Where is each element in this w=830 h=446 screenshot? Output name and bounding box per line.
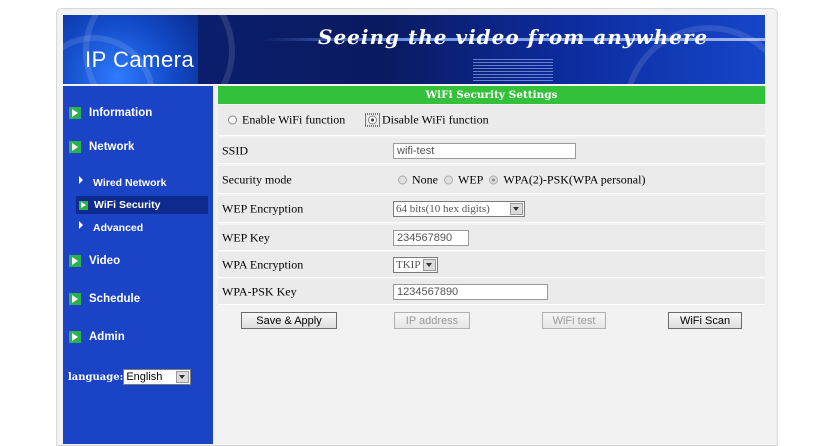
security-mode-label: Security mode (222, 172, 292, 186)
sidebar-item-label: Admin (89, 331, 125, 343)
disable-wifi-focus[interactable] (365, 113, 380, 127)
wep-key-input[interactable]: 234567890 (393, 229, 469, 246)
chevron-down-icon[interactable] (423, 258, 436, 271)
wpa-psk-input[interactable]: 1234567890 (393, 283, 548, 300)
sidebar-item-video[interactable]: Video (69, 255, 120, 267)
ssid-row: SSID wifi-test (218, 138, 765, 164)
ssid-field-wrap: wifi-test (393, 142, 576, 159)
ssid-label: SSID (222, 143, 249, 157)
wep-encryption-value: 64 bits(10 hex digits) (396, 203, 490, 215)
security-wep-radio[interactable] (444, 175, 453, 184)
security-wep-label: WEP (458, 172, 484, 186)
header-banner: IP Camera Seeing the video from anywhere (63, 15, 765, 84)
arrow-bullet-icon (69, 293, 81, 305)
sidebar-item-admin[interactable]: Admin (69, 331, 125, 343)
wep-encryption-select[interactable]: 64 bits(10 hex digits) (393, 201, 525, 217)
wep-key-label: WEP Key (222, 230, 270, 244)
sidebar-subitem-label: Advanced (93, 222, 144, 234)
language-label: language: (68, 371, 124, 383)
banner-decoration (473, 59, 553, 81)
ssid-input[interactable]: wifi-test (393, 142, 576, 159)
wpa-encryption-value: TKIP (396, 258, 421, 271)
language-value: English (126, 371, 163, 383)
disable-wifi-option[interactable]: Disable WiFi function (365, 113, 489, 128)
wep-key-row: WEP Key 234567890 (218, 225, 765, 251)
wpa-psk-row: WPA-PSK Key 1234567890 (218, 279, 765, 305)
sidebar-subitem-wired-network[interactable]: Wired Network (79, 176, 167, 189)
security-none-label: None (412, 172, 438, 186)
sidebar-subitem-label: Wired Network (93, 177, 167, 189)
sidebar-subitem-advanced[interactable]: Advanced (79, 221, 144, 234)
language-selector: language: English (68, 369, 192, 385)
enable-wifi-option[interactable]: Enable WiFi function (228, 113, 345, 128)
sidebar: Information Network Wired Network WiFi S… (63, 86, 213, 444)
wifi-function-row: Enable WiFi function Disable WiFi functi… (218, 105, 765, 136)
wpa-encryption-row: WPA Encryption TKIP (218, 252, 765, 278)
app-logo: IP Camera (85, 47, 195, 72)
sidebar-item-label: Information (89, 107, 153, 119)
arrow-bullet-icon (79, 200, 88, 210)
sidebar-item-label: Video (89, 255, 121, 267)
wpa-psk-label: WPA-PSK Key (222, 284, 297, 298)
security-none-radio[interactable] (398, 175, 407, 184)
arrow-bullet-icon (69, 107, 81, 119)
wifi-scan-button[interactable]: WiFi Scan (668, 312, 742, 329)
sidebar-subitem-label: WiFi Security (94, 199, 161, 211)
sidebar-item-label: Schedule (89, 293, 141, 305)
security-wpa-radio[interactable] (489, 175, 499, 184)
enable-wifi-radio[interactable] (228, 115, 237, 125)
sidebar-item-label: Network (89, 141, 135, 153)
security-wpa-label: WPA(2)-PSK(WPA personal) (503, 172, 646, 186)
save-apply-button[interactable]: Save & Apply (241, 312, 337, 329)
disable-wifi-radio[interactable] (368, 115, 377, 125)
triangle-bullet-icon (79, 176, 83, 184)
wpa-encryption-label: WPA Encryption (222, 257, 304, 271)
chevron-down-icon[interactable] (510, 203, 523, 215)
security-mode-options: None WEP WPA(2)-PSK(WPA personal) (398, 172, 645, 187)
arrow-bullet-icon (69, 331, 81, 343)
arrow-bullet-icon (69, 141, 81, 153)
chevron-down-icon[interactable] (176, 371, 190, 383)
sidebar-subitem-wifi-security[interactable]: WiFi Security (76, 196, 208, 214)
language-select[interactable]: English (123, 369, 192, 385)
wifi-test-button[interactable]: WiFi test (542, 312, 606, 329)
wep-encryption-label: WEP Encryption (222, 201, 304, 216)
sidebar-item-network[interactable]: Network (69, 141, 134, 153)
security-mode-row: Security mode None WEP WPA(2)-PSK(WPA pe… (218, 166, 765, 194)
wpa-encryption-select[interactable]: TKIP (393, 256, 438, 273)
enable-wifi-label: Enable WiFi function (242, 112, 346, 127)
disable-wifi-label: Disable WiFi function (382, 112, 489, 127)
triangle-bullet-icon (79, 221, 83, 229)
wpa-encryption-field-wrap: TKIP (393, 256, 438, 273)
ip-address-button[interactable]: IP address (394, 312, 470, 329)
wep-key-field-wrap: 234567890 (393, 229, 469, 246)
sidebar-item-information[interactable]: Information (69, 107, 152, 119)
section-title: WiFi Security Settings (218, 86, 765, 104)
sidebar-item-schedule[interactable]: Schedule (69, 293, 140, 305)
wep-encryption-field-wrap: 64 bits(10 hex digits) (393, 201, 525, 217)
wpa-psk-field-wrap: 1234567890 (393, 283, 548, 300)
wep-encryption-row: WEP Encryption 64 bits(10 hex digits) (218, 196, 765, 223)
banner-slogan: Seeing the video from anywhere (318, 25, 709, 49)
arrow-bullet-icon (69, 255, 81, 267)
